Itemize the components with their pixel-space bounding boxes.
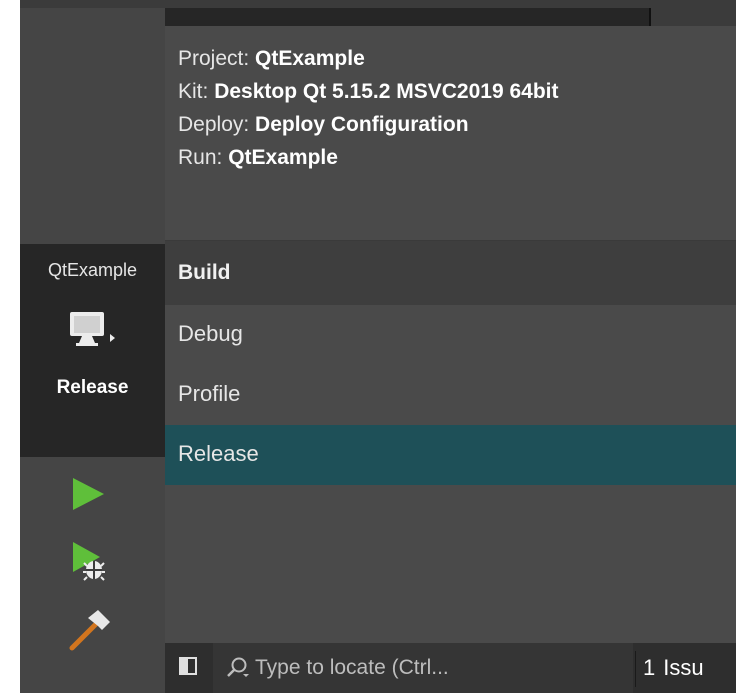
run-info-line: Run: QtExample [178,141,559,174]
project-label: Project: [178,47,250,70]
top-strip-divider [649,8,651,26]
build-config-label: Release [178,441,259,466]
search-icon [225,656,251,684]
run-icon[interactable] [68,474,108,518]
build-config-item-release[interactable]: Release [165,425,736,485]
build-config-item-debug[interactable]: Debug [165,305,736,365]
issues-label: Issu [663,655,704,680]
issues-count: 1 [643,655,656,680]
debug-run-icon[interactable] [68,539,112,587]
kit-value: Desktop Qt 5.15.2 MSVC2019 64bit [214,80,559,103]
project-value: QtExample [255,47,365,70]
target-selector-popup: Project: QtExample Kit: Desktop Qt 5.15.… [165,26,736,643]
build-list-header: Build [165,241,736,305]
build-config-label: Profile [178,381,241,406]
project-info-line: Project: QtExample [178,42,559,75]
deploy-value: Deploy Configuration [255,113,469,136]
kit-info: Project: QtExample Kit: Desktop Qt 5.15.… [178,42,559,174]
hammer-icon[interactable] [68,608,112,656]
mode-sidebar: QtExample Release [20,8,165,693]
kit-info-line: Kit: Desktop Qt 5.15.2 MSVC2019 64bit [178,75,559,108]
target-build-config: Release [56,377,129,398]
kit-label: Kit: [178,80,209,103]
target-selector[interactable]: QtExample Release [20,244,165,457]
deploy-info-line: Deploy: Deploy Configuration [178,108,559,141]
monitor-icon [68,310,118,360]
run-value: QtExample [228,146,338,169]
build-config-item-profile[interactable]: Profile [165,365,736,425]
issues-button[interactable]: 1 Issu [643,643,704,693]
status-divider [635,651,636,687]
top-strip [165,8,649,26]
run-label: Run: [178,146,223,169]
sidebar-toggle-icon[interactable] [179,657,197,675]
target-project-name: QtExample [47,260,138,280]
status-bar: 1 Issu [165,643,736,693]
build-header-label: Build [178,261,231,284]
deploy-label: Deploy: [178,113,250,136]
qt-creator-window: QtExample Release Project: QtExample Kit… [20,0,736,693]
locator [213,643,633,693]
build-config-label: Debug [178,321,243,346]
locator-input[interactable] [255,653,615,683]
